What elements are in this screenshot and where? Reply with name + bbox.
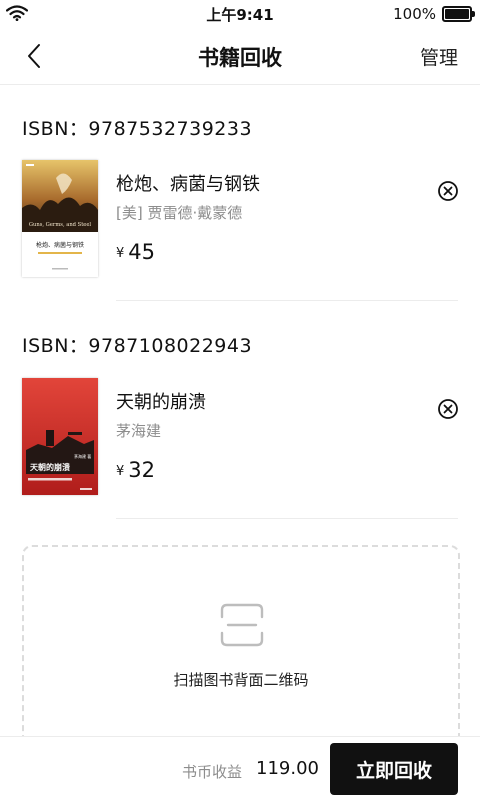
earnings-value: 119.00 (256, 758, 319, 779)
book-item[interactable]: Guns, Germs, and Steel 枪炮、病菌与钢铁 枪炮、病菌与钢铁… (0, 160, 480, 280)
book-cover-image: 茅海建 著 天朝的崩溃 (22, 378, 98, 495)
cover-chinese-title: 枪炮、病菌与钢铁 (36, 241, 84, 249)
navigation-bar: 书籍回收 管理 (0, 28, 480, 85)
isbn-label: ISBN：9787108022943 (22, 335, 253, 357)
manage-button[interactable]: 管理 (420, 43, 458, 70)
book-item[interactable]: 茅海建 著 天朝的崩溃 天朝的崩溃 茅海建 ¥32 (0, 378, 480, 498)
scan-instruction: 扫描图书背面二维码 (173, 671, 309, 689)
remove-circle-icon[interactable] (437, 398, 459, 420)
status-bar: 上午9:41 100% (0, 0, 480, 28)
book-cover-image: Guns, Germs, and Steel 枪炮、病菌与钢铁 (22, 160, 98, 277)
currency-symbol: ¥ (116, 246, 125, 261)
cover-english-title: Guns, Germs, and Steel (29, 222, 92, 228)
battery-icon (442, 6, 475, 22)
page-title: 书籍回收 (198, 46, 282, 70)
battery-percentage: 100% (393, 5, 436, 23)
price-value: 32 (128, 458, 156, 482)
cover-title-text: 天朝的崩溃 (30, 462, 70, 472)
book-title: 天朝的崩溃 (116, 392, 206, 413)
scan-frame-icon (220, 603, 264, 647)
cover-author-text: 茅海建 著 (74, 453, 91, 459)
bottom-bar: 书币收益 119.00 立即回收 (0, 736, 480, 801)
scan-barcode-area[interactable]: 扫描图书背面二维码 (22, 545, 460, 759)
book-title: 枪炮、病菌与钢铁 (116, 174, 260, 195)
currency-symbol: ¥ (116, 464, 125, 479)
recycle-now-button[interactable]: 立即回收 (330, 743, 458, 795)
book-author: 茅海建 (116, 422, 162, 440)
book-author: [美] 贾雷德·戴蒙德 (116, 204, 243, 222)
remove-circle-icon[interactable] (437, 180, 459, 202)
price-value: 45 (128, 240, 156, 264)
divider (116, 300, 458, 301)
book-price: ¥45 (116, 240, 155, 264)
earnings-label: 书币收益 (182, 763, 243, 781)
isbn-label: ISBN：9787532739233 (22, 118, 253, 140)
book-price: ¥32 (116, 458, 155, 482)
divider (116, 518, 458, 519)
